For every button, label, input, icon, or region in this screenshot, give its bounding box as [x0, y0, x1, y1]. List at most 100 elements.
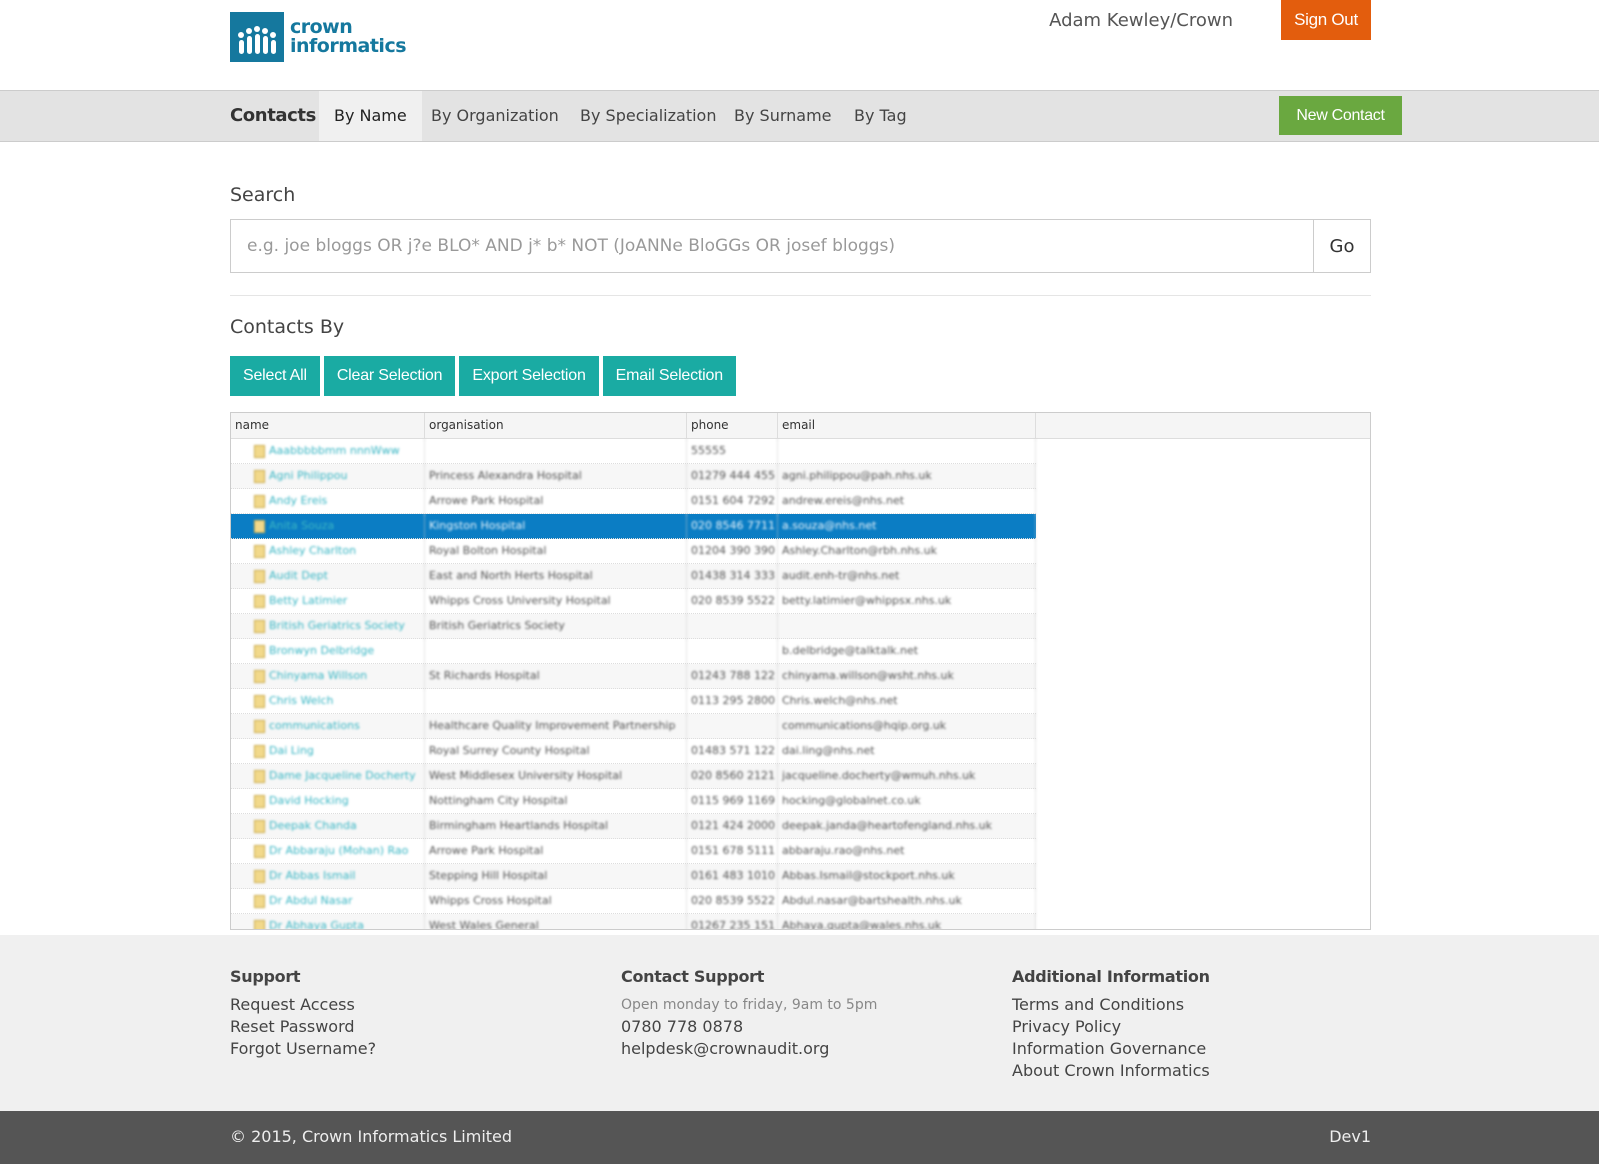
cell-phone: 55555 [687, 439, 778, 463]
tab-by-name[interactable]: By Name [319, 91, 422, 141]
cell-name[interactable]: British Geriatrics Society [231, 614, 425, 638]
reset-password-link[interactable]: Reset Password [230, 1016, 376, 1038]
column-header-name[interactable]: name [231, 413, 425, 438]
request-access-link[interactable]: Request Access [230, 994, 376, 1016]
contact-name-link[interactable]: British Geriatrics Society [269, 619, 405, 632]
export-selection-button[interactable]: Export Selection [459, 356, 599, 396]
cell-name[interactable]: Dr Abbas Ismail [231, 864, 425, 888]
contact-name-link[interactable]: Agni Philippou [269, 469, 347, 482]
user-name[interactable]: Adam Kewley/Crown [1049, 10, 1233, 31]
cell-name[interactable]: Bronwyn Delbridge [231, 639, 425, 663]
cell-name[interactable]: Andy Ereis [231, 489, 425, 513]
contact-name-link[interactable]: Dr Abhaya Gupta [269, 919, 364, 929]
contact-name-link[interactable]: Aaabbbbbmm nnnWww [269, 444, 400, 457]
contact-name-link[interactable]: Chris Welch [269, 694, 334, 707]
table-row[interactable]: Dame Jacqueline Docherty West Middlesex U… [231, 764, 1036, 789]
contact-name-link[interactable]: Anita Souza [269, 519, 334, 532]
contact-name-link[interactable]: Dr Abbas Ismail [269, 869, 356, 882]
cell-name[interactable]: Dai Ling [231, 739, 425, 763]
contact-name-link[interactable]: Bronwyn Delbridge [269, 644, 374, 657]
cell-name[interactable]: Aaabbbbbmm nnnWww [231, 439, 425, 463]
contact-name-link[interactable]: Ashley Charlton [269, 544, 356, 557]
contact-name-link[interactable]: Betty Latimier [269, 594, 347, 607]
cell-email: communications@hqip.org.uk [778, 714, 1036, 738]
cell-name[interactable]: Chris Welch [231, 689, 425, 713]
table-row[interactable]: British Geriatrics Society British Geriat… [231, 614, 1036, 639]
cell-name[interactable]: Ashley Charlton [231, 539, 425, 563]
email-selection-button[interactable]: Email Selection [602, 356, 736, 396]
tab-by-tag[interactable]: By Tag [839, 91, 922, 141]
cell-organisation: Whipps Cross Hospital [425, 889, 687, 913]
table-row[interactable]: Dai Ling Royal Surrey County Hospital 0148… [231, 739, 1036, 764]
sign-out-button[interactable]: Sign Out [1281, 0, 1371, 40]
search-input[interactable] [231, 220, 1314, 272]
select-all-button[interactable]: Select All [230, 356, 320, 396]
column-header-email[interactable]: email [778, 413, 1036, 438]
governance-link[interactable]: Information Governance [1012, 1038, 1210, 1060]
contact-card-icon [254, 745, 265, 758]
contact-name-link[interactable]: Dai Ling [269, 744, 314, 757]
column-header-phone[interactable]: phone [687, 413, 778, 438]
contact-name-link[interactable]: Dame Jacqueline Docherty [269, 769, 416, 782]
clear-selection-button[interactable]: Clear Selection [323, 356, 456, 396]
cell-name[interactable]: Dame Jacqueline Docherty [231, 764, 425, 788]
bottom-bar: © 2015, Crown Informatics Limited Dev1 [0, 1111, 1599, 1164]
cell-phone: 020 8539 5522 [687, 889, 778, 913]
contact-name-link[interactable]: Chinyama Willson [269, 669, 367, 682]
cell-name[interactable]: Anita Souza [231, 514, 425, 538]
table-row[interactable]: Dr Abbas Ismail Stepping Hill Hospital 016… [231, 864, 1036, 889]
cell-name[interactable]: Betty Latimier [231, 589, 425, 613]
nav-brand-contacts[interactable]: Contacts [230, 105, 316, 126]
table-row[interactable]: Chinyama Willson St Richards Hospital 0124… [231, 664, 1036, 689]
go-button[interactable]: Go [1314, 220, 1370, 272]
table-row[interactable]: Andy Ereis Arrowe Park Hospital 0151 604 7… [231, 489, 1036, 514]
table-row[interactable]: Ashley Charlton Royal Bolton Hospital 0120… [231, 539, 1036, 564]
privacy-link[interactable]: Privacy Policy [1012, 1016, 1210, 1038]
support-email-link[interactable]: helpdesk@crownaudit.org [621, 1038, 877, 1060]
footer: Support Request Access Reset Password Fo… [0, 935, 1599, 1111]
table-row[interactable]: Deepak Chanda Birmingham Heartlands Hospi… [231, 814, 1036, 839]
contact-card-icon [254, 920, 265, 929]
table-row[interactable]: Anita Souza Kingston Hospital 020 8546 771… [231, 514, 1036, 539]
column-header-organisation[interactable]: organisation [425, 413, 687, 438]
table-row[interactable]: Dr Abdul Nasar Whipps Cross Hospital 020 8… [231, 889, 1036, 914]
crown-informatics-logo[interactable]: crown informatics [230, 12, 407, 62]
contact-name-link[interactable]: Deepak Chanda [269, 819, 357, 832]
terms-link[interactable]: Terms and Conditions [1012, 994, 1210, 1016]
contact-name-link[interactable]: David Hocking [269, 794, 349, 807]
table-row[interactable]: Audit Dept East and North Herts Hospital 0… [231, 564, 1036, 589]
support-phone: 0780 778 0878 [621, 1017, 744, 1036]
cell-name[interactable]: Dr Abbaraju (Mohan) Rao [231, 839, 425, 863]
contact-name-link[interactable]: Dr Abbaraju (Mohan) Rao [269, 844, 408, 857]
table-row[interactable]: Dr Abbaraju (Mohan) Rao Arrowe Park Hospi… [231, 839, 1036, 864]
contact-name-link[interactable]: communications [269, 719, 360, 732]
cell-name[interactable]: Chinyama Willson [231, 664, 425, 688]
table-row[interactable]: Betty Latimier Whipps Cross University Ho… [231, 589, 1036, 614]
contact-name-link[interactable]: Andy Ereis [269, 494, 327, 507]
cell-name[interactable]: Audit Dept [231, 564, 425, 588]
tab-by-specialization[interactable]: By Specialization [565, 91, 731, 141]
table-row[interactable]: communications Healthcare Quality Improve… [231, 714, 1036, 739]
new-contact-button[interactable]: New Contact [1279, 96, 1402, 135]
forgot-username-link[interactable]: Forgot Username? [230, 1038, 376, 1060]
table-row[interactable]: David Hocking Nottingham City Hospital 011… [231, 789, 1036, 814]
contact-card-icon [254, 645, 265, 658]
cell-name[interactable]: Deepak Chanda [231, 814, 425, 838]
contact-name-link[interactable]: Audit Dept [269, 569, 328, 582]
table-row[interactable]: Agni Philippou Princess Alexandra Hospita… [231, 464, 1036, 489]
cell-name[interactable]: Agni Philippou [231, 464, 425, 488]
cell-name[interactable]: Dr Abhaya Gupta [231, 914, 425, 929]
table-row[interactable]: Dr Abhaya Gupta West Wales General 01267 2… [231, 914, 1036, 929]
cell-name[interactable]: Dr Abdul Nasar [231, 889, 425, 913]
cell-name[interactable]: David Hocking [231, 789, 425, 813]
table-row[interactable]: Bronwyn Delbridge b.delbridge@talktalk.ne… [231, 639, 1036, 664]
tab-by-organization[interactable]: By Organization [416, 91, 574, 141]
cell-phone: 01438 314 333 [687, 564, 778, 588]
contacts-grid[interactable]: name organisation phone email Aaabbbbbmm… [230, 412, 1371, 930]
tab-by-surname[interactable]: By Surname [719, 91, 847, 141]
cell-name[interactable]: communications [231, 714, 425, 738]
table-row[interactable]: Aaabbbbbmm nnnWww 55555 [231, 439, 1036, 464]
about-link[interactable]: About Crown Informatics [1012, 1060, 1210, 1082]
contact-name-link[interactable]: Dr Abdul Nasar [269, 894, 352, 907]
table-row[interactable]: Chris Welch 0113 295 2800 Chris.welch@nhs.… [231, 689, 1036, 714]
